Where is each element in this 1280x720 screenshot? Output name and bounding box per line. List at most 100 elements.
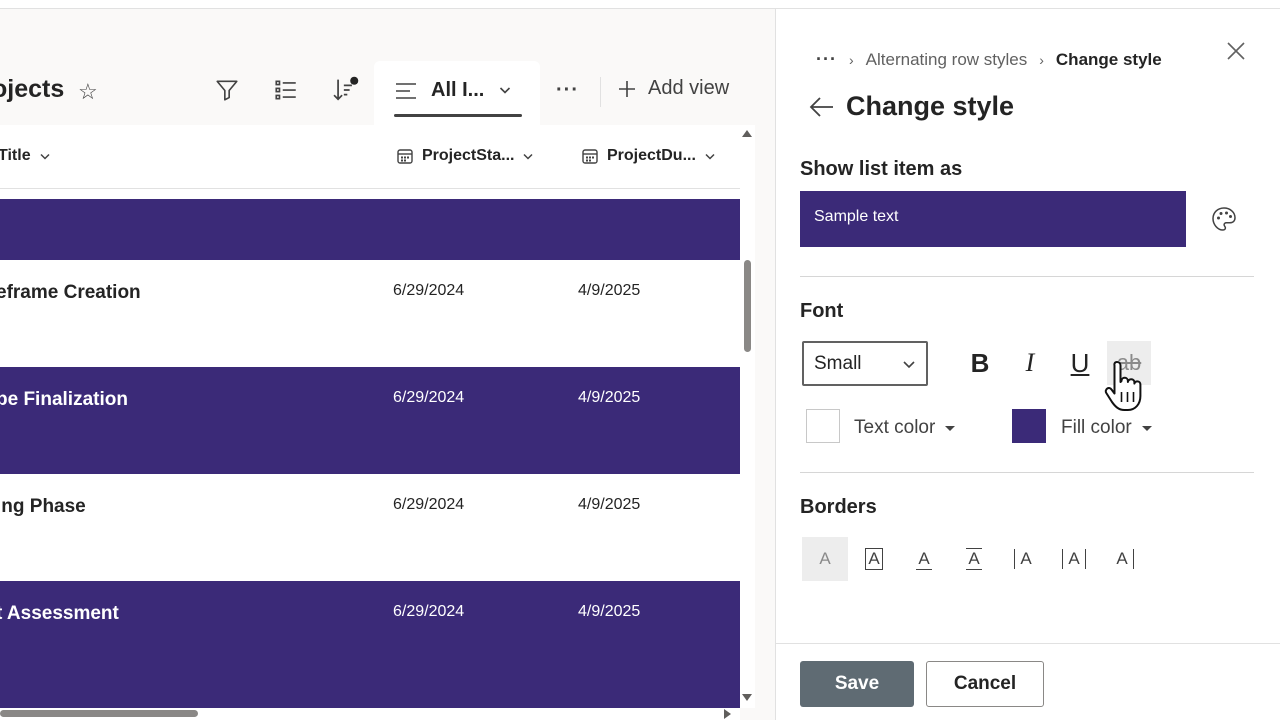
scroll-up-arrow[interactable] <box>742 130 752 137</box>
close-icon[interactable] <box>1224 39 1248 63</box>
table-row[interactable]: ing Phase 6/29/2024 4/9/2025 <box>0 474 740 581</box>
border-glyph: A <box>1062 549 1086 569</box>
cell-title: eframe Creation <box>0 282 141 303</box>
table-row[interactable]: pe Finalization 6/29/2024 4/9/2025 <box>0 367 740 474</box>
border-none-button[interactable]: A <box>802 537 848 581</box>
back-arrow-icon[interactable] <box>808 93 836 121</box>
cell-project-start: 6/29/2024 <box>393 282 465 299</box>
section-divider <box>800 472 1254 473</box>
cell-project-due: 4/9/2025 <box>578 282 641 299</box>
fill-color-dropdown[interactable]: Fill color <box>1061 417 1152 439</box>
border-glyph: A <box>819 549 831 568</box>
scrollbar-thumb[interactable] <box>744 260 751 352</box>
column-header-project-due[interactable]: ProjectDu... <box>581 147 716 165</box>
border-left-button[interactable]: A <box>1001 537 1047 581</box>
add-view-label: Add view <box>648 77 730 99</box>
vertical-scrollbar[interactable] <box>740 125 755 708</box>
caret-down-icon <box>1141 425 1152 431</box>
sort-icon[interactable] <box>330 75 360 105</box>
star-icon[interactable]: ☆ <box>78 79 98 105</box>
view-tab-underline <box>394 114 522 117</box>
border-right-button[interactable]: A <box>1101 537 1147 581</box>
chevron-down-icon <box>523 153 534 160</box>
breadcrumb-current: Change style <box>1055 49 1162 69</box>
font-size-dropdown[interactable]: Small <box>802 341 928 386</box>
scrollbar-thumb[interactable] <box>0 710 198 717</box>
cell-title: pe Finalization <box>0 389 128 410</box>
cell-project-due: 4/9/2025 <box>578 496 641 513</box>
breadcrumb-overflow-button[interactable]: ··· <box>816 49 837 70</box>
table-row[interactable] <box>0 199 740 260</box>
text-color-swatch[interactable] <box>806 409 840 443</box>
chevron-down-icon <box>40 153 50 160</box>
calendar-icon <box>582 149 598 164</box>
cancel-button[interactable]: Cancel <box>926 661 1044 707</box>
app-window: ojects ☆ All I... ··· <box>0 0 1280 720</box>
underline-button[interactable]: U <box>1058 341 1102 385</box>
cell-project-start: 6/29/2024 <box>393 603 465 620</box>
strikethrough-button[interactable]: ab <box>1107 341 1151 385</box>
table-row[interactable]: t Assessment 6/29/2024 4/9/2025 <box>0 581 740 720</box>
view-label: All I... <box>431 79 485 101</box>
border-glyph: A <box>1014 549 1033 569</box>
scroll-down-arrow[interactable] <box>742 694 752 701</box>
border-glyph: A <box>1114 549 1134 569</box>
section-divider <box>800 276 1254 277</box>
italic-button[interactable]: I <box>1008 341 1052 385</box>
sample-preview: Sample text <box>800 191 1186 247</box>
cell-project-due: 4/9/2025 <box>578 389 641 406</box>
border-top-bottom-button[interactable]: A <box>951 537 997 581</box>
show-as-label: Show list item as <box>800 158 963 180</box>
more-options-button[interactable]: ··· <box>556 79 579 102</box>
footer-divider <box>776 643 1280 644</box>
column-header-label: ProjectDu... <box>607 147 696 164</box>
chevron-down-icon <box>903 360 915 368</box>
breadcrumb: ··· › Alternating row styles › Change st… <box>816 49 1162 70</box>
border-left-right-button[interactable]: A <box>1051 537 1097 581</box>
filter-icon[interactable] <box>212 75 242 105</box>
command-bar: ojects ☆ All I... ··· <box>0 9 775 127</box>
caret-down-icon <box>945 425 956 431</box>
border-glyph: A <box>916 548 932 570</box>
borders-label: Borders <box>800 496 877 518</box>
palette-icon[interactable] <box>1210 205 1238 233</box>
column-header-label: Title <box>0 147 31 164</box>
list-title: ojects <box>0 75 65 103</box>
plus-icon <box>619 80 635 97</box>
list-area: ojects ☆ All I... ··· <box>0 9 775 720</box>
table-row[interactable]: eframe Creation 6/29/2024 4/9/2025 <box>0 260 740 367</box>
cell-title: ing Phase <box>0 496 86 517</box>
view-lines-icon <box>394 79 418 108</box>
list-grid: Title ProjectSta... ProjectDu... eframe … <box>0 125 740 720</box>
panel-title: Change style <box>846 91 1015 121</box>
fill-color-label: Fill color <box>1061 417 1132 438</box>
view-selector-all-items[interactable]: All I... <box>374 61 540 127</box>
font-label: Font <box>800 300 844 322</box>
chevron-down-icon <box>498 83 512 102</box>
cell-project-due: 4/9/2025 <box>578 603 641 620</box>
calendar-icon <box>397 149 413 164</box>
border-glyph: A <box>865 548 883 570</box>
text-color-dropdown[interactable]: Text color <box>854 417 956 439</box>
details-list-icon[interactable] <box>271 75 301 105</box>
column-header-project-start[interactable]: ProjectSta... <box>396 147 534 165</box>
column-header-label: ProjectSta... <box>422 147 515 164</box>
border-bottom-button[interactable]: A <box>901 537 947 581</box>
bold-button[interactable]: B <box>958 341 1002 385</box>
grid-header: Title ProjectSta... ProjectDu... <box>0 125 740 189</box>
text-color-label: Text color <box>854 417 936 438</box>
format-view-panel: ··· › Alternating row styles › Change st… <box>775 9 1280 720</box>
border-glyph: A <box>966 548 982 570</box>
fill-color-swatch[interactable] <box>1012 409 1046 443</box>
chevron-down-icon <box>705 153 715 160</box>
column-header-title[interactable]: Title <box>0 147 51 165</box>
font-size-value: Small <box>814 352 862 374</box>
breadcrumb-parent-link[interactable]: Alternating row styles <box>866 50 1028 70</box>
cell-project-start: 6/29/2024 <box>393 496 465 513</box>
border-all-button[interactable]: A <box>851 537 897 581</box>
add-view-button[interactable]: Add view <box>616 77 729 100</box>
save-button[interactable]: Save <box>800 661 914 707</box>
chevron-right-icon: › <box>848 51 854 68</box>
scroll-right-arrow[interactable] <box>724 709 731 719</box>
horizontal-scrollbar[interactable] <box>0 708 740 720</box>
